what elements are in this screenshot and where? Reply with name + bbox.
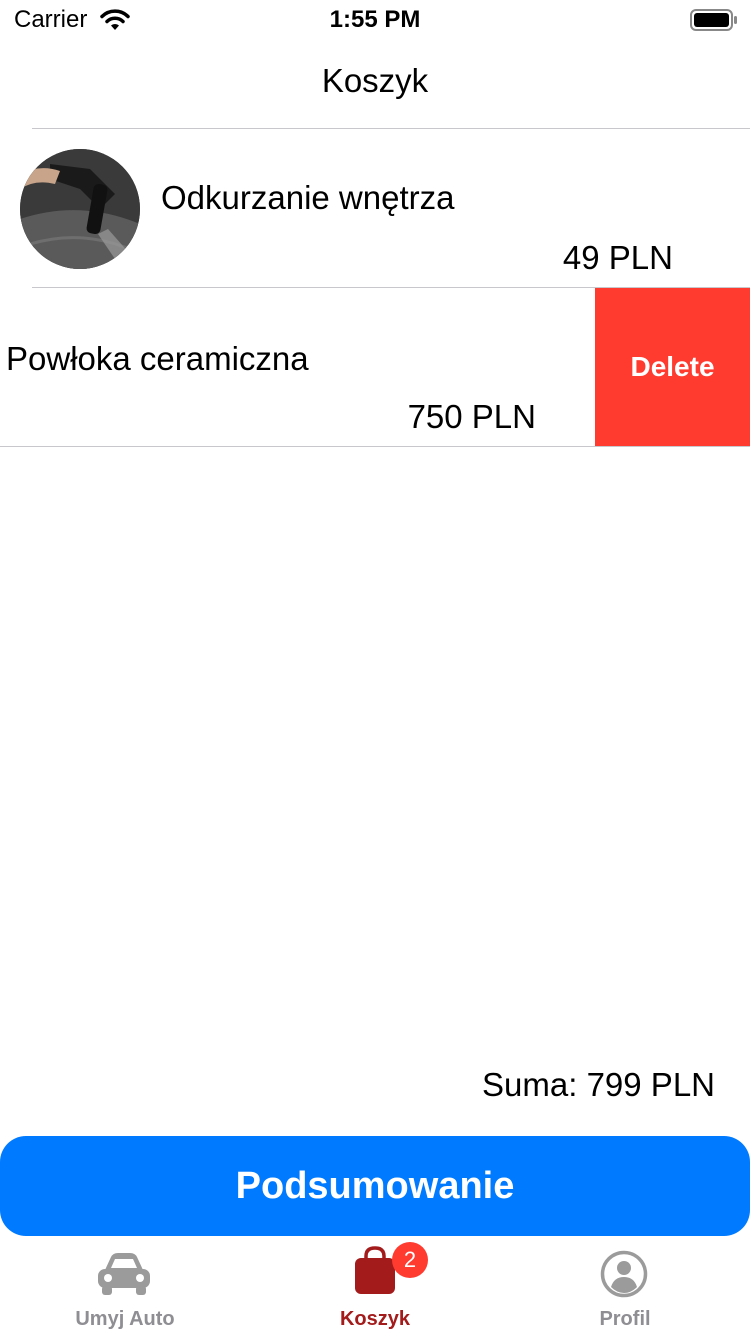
cart-item-row[interactable]: Powłoka ceramiczna 750 PLN — [0, 288, 595, 446]
status-time: 1:55 PM — [329, 6, 421, 33]
item-price: 750 PLN — [407, 398, 536, 435]
checkout-button[interactable]: Podsumowanie — [0, 1136, 750, 1236]
person-circle-icon — [600, 1250, 648, 1303]
delete-button[interactable]: Delete — [595, 288, 750, 446]
status-bar: Carrier 1:55 PM — [0, 0, 750, 40]
divider — [0, 446, 750, 447]
item-title: Powłoka ceramiczna — [6, 340, 309, 377]
bag-icon — [352, 1246, 398, 1301]
cart-item-row[interactable]: Odkurzanie wnętrza 49 PLN — [0, 129, 750, 287]
tab-label: Umyj Auto — [75, 1308, 175, 1330]
item-title: Odkurzanie wnętrza — [161, 179, 455, 216]
car-icon — [95, 1250, 153, 1303]
battery-icon — [690, 8, 738, 37]
item-thumbnail — [20, 149, 140, 269]
item-price: 49 PLN — [562, 239, 673, 276]
tab-label: Profil — [599, 1308, 651, 1330]
cart-badge: 2 — [392, 1242, 428, 1278]
page-title: Koszyk — [321, 62, 429, 99]
tab-koszyk[interactable]: 2 Koszyk — [250, 1242, 500, 1334]
tab-umyj-auto[interactable]: Umyj Auto — [0, 1246, 250, 1334]
tab-label: Koszyk — [339, 1308, 411, 1330]
cart-total: Suma: 799 PLN — [482, 1066, 715, 1103]
tab-profil[interactable]: Profil — [500, 1246, 750, 1334]
